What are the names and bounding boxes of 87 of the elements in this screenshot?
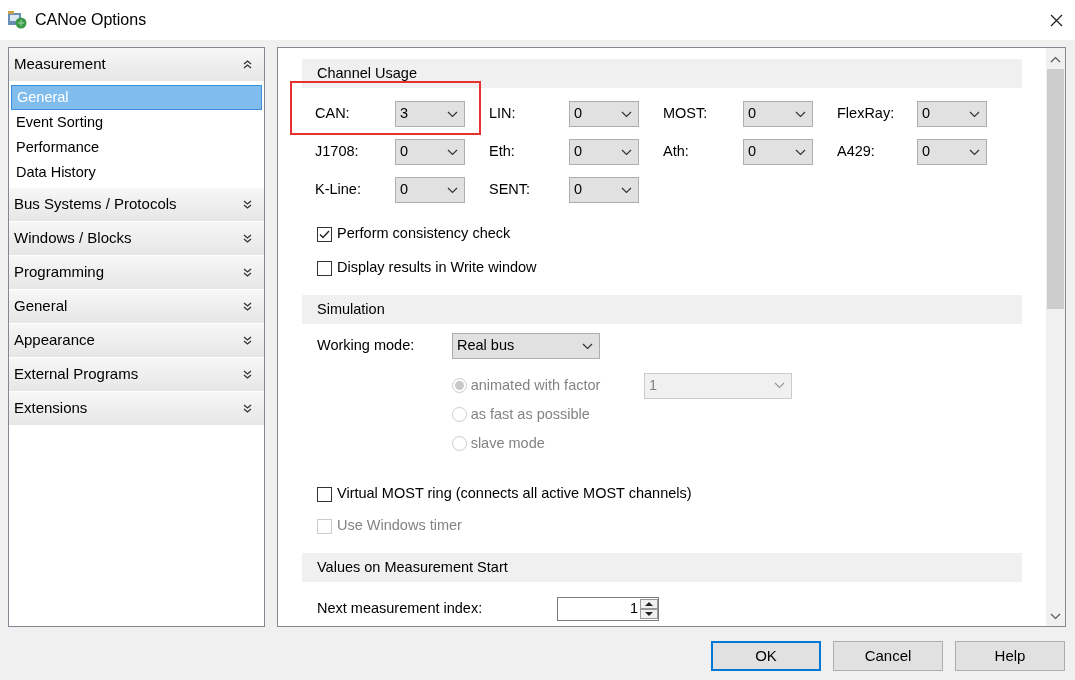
channel-dropdown[interactable]: 0: [395, 177, 465, 203]
checkbox-label: Use Windows timer: [337, 516, 462, 536]
caret-icon: [582, 342, 593, 350]
checkbox[interactable]: [317, 226, 332, 242]
channel-label: K-Line:: [315, 180, 362, 200]
expand-chevron-icon: [243, 234, 252, 243]
channel-label: J1708:: [315, 142, 360, 162]
channel-label: MOST:: [663, 104, 709, 124]
channel-label: A429:: [837, 142, 876, 162]
section-header: Values on Measurement Start: [302, 553, 1022, 582]
scroll-down-icon: [1050, 613, 1061, 620]
group-label: Programming: [14, 262, 105, 283]
channel-label: LIN:: [489, 104, 517, 124]
checkbox-label: Perform consistency check: [337, 224, 511, 244]
group-label: Windows / Blocks: [14, 228, 132, 249]
dialog-button[interactable]: Help: [955, 641, 1065, 671]
sidebar-group-header[interactable]: Measurement: [9, 48, 264, 82]
app-icon: [7, 11, 27, 29]
checkbox[interactable]: [317, 486, 332, 502]
sidebar-item[interactable]: Data History: [11, 160, 262, 185]
channel-label: CAN:: [315, 104, 351, 124]
group-label: General: [14, 296, 68, 317]
sidebar-group-header[interactable]: Bus Systems / Protocols: [9, 188, 264, 222]
scroll-up-icon: [1050, 56, 1061, 63]
caret-icon: [447, 186, 458, 194]
caret-icon: [621, 148, 632, 156]
expand-chevron-icon: [243, 370, 252, 379]
section-header: Simulation: [302, 295, 1022, 324]
channel-dropdown[interactable]: 0: [917, 101, 987, 127]
group-label: External Programs: [14, 364, 139, 385]
caret-icon: [447, 148, 458, 156]
expand-chevron-icon: [243, 268, 252, 277]
group-label: Measurement: [14, 54, 106, 75]
working-mode-dropdown[interactable]: Real bus: [452, 333, 600, 359]
field-label: Next measurement index:: [317, 599, 484, 619]
sidebar-group-header[interactable]: External Programs: [9, 358, 264, 392]
channel-dropdown[interactable]: 0: [395, 139, 465, 165]
dialog-button[interactable]: Cancel: [833, 641, 943, 671]
caret-icon: [774, 382, 785, 389]
checkbox[interactable]: [317, 260, 332, 276]
channel-label: Ath:: [663, 142, 690, 162]
radio-label: as fast as possible: [470, 404, 590, 424]
sidebar-group-header[interactable]: Windows / Blocks: [9, 222, 264, 256]
caret-icon: [447, 110, 458, 118]
check-icon: [319, 229, 330, 239]
window-title: CANoe Options: [35, 10, 147, 30]
number-spin-field[interactable]: 1: [557, 597, 659, 621]
expand-chevron-icon: [243, 404, 252, 413]
channel-dropdown[interactable]: 3: [395, 101, 465, 127]
group-label: Appearance: [14, 330, 95, 351]
channel-dropdown[interactable]: 0: [569, 177, 639, 203]
radio-label: slave mode: [470, 433, 545, 453]
caret-icon: [621, 186, 632, 194]
checkbox-label: Virtual MOST ring (connects all active MOST channels): [337, 484, 692, 504]
sidebar-group-header[interactable]: General: [9, 290, 264, 324]
field-label: Working mode:: [317, 336, 416, 356]
expand-chevron-icon: [243, 302, 252, 311]
sidebar-item[interactable]: Event Sorting: [11, 110, 262, 135]
section-header: Channel Usage: [302, 59, 1022, 88]
channel-dropdown[interactable]: 0: [743, 139, 813, 165]
sidebar-item[interactable]: Performance: [11, 135, 262, 160]
sidebar-group-header[interactable]: Extensions: [9, 392, 264, 426]
channel-dropdown[interactable]: 0: [569, 139, 639, 165]
sidebar-group-header[interactable]: Appearance: [9, 324, 264, 358]
caret-icon: [621, 110, 632, 118]
radio-label: animated with factor: [470, 375, 601, 395]
group-label: Bus Systems / Protocols: [14, 194, 177, 215]
close-icon: [1050, 13, 1063, 27]
checkbox-label: Display results in Write window: [337, 258, 537, 278]
caret-icon: [969, 148, 980, 156]
sidebar-group-header[interactable]: Programming: [9, 256, 264, 290]
channel-dropdown[interactable]: 0: [917, 139, 987, 165]
dialog-button[interactable]: OK: [711, 641, 821, 671]
channel-label: FlexRay:: [837, 104, 896, 124]
caret-icon: [969, 110, 980, 118]
channel-dropdown[interactable]: 0: [569, 101, 639, 127]
collapse-chevron-icon: [243, 60, 252, 69]
vertical-scrollbar[interactable]: [1046, 48, 1065, 626]
channel-dropdown[interactable]: 0: [743, 101, 813, 127]
spin-arrows-icon: [640, 599, 658, 619]
expand-chevron-icon: [243, 336, 252, 345]
caret-icon: [795, 110, 806, 118]
expand-chevron-icon: [243, 200, 252, 209]
channel-label: SENT:: [489, 180, 532, 200]
channel-label: Eth:: [489, 142, 516, 162]
group-label: Extensions: [14, 398, 88, 419]
caret-icon: [795, 148, 806, 156]
